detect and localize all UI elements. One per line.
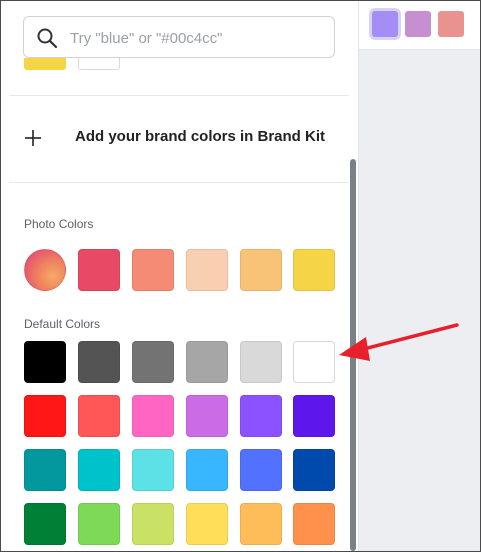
search-input[interactable] [68,25,332,51]
default-colors-label: Default Colors [24,317,101,331]
document-color-swatch[interactable] [438,11,464,37]
default-color-swatch[interactable] [186,449,228,491]
default-color-swatch[interactable] [24,503,66,545]
canvas-area [358,1,480,551]
default-color-swatch[interactable] [78,341,120,383]
default-color-swatch[interactable] [240,449,282,491]
default-color-swatch[interactable] [240,341,282,383]
default-color-swatch[interactable] [186,341,228,383]
recent-color-swatch[interactable] [78,58,120,70]
app-window: Add your brand colors in Brand Kit Photo… [0,0,481,552]
photo-color-swatch[interactable] [78,249,120,291]
color-panel: Add your brand colors in Brand Kit Photo… [1,1,358,551]
add-brand-colors-label: Add your brand colors in Brand Kit [75,128,326,145]
default-color-swatch[interactable] [240,395,282,437]
default-color-swatch[interactable] [293,449,335,491]
default-color-swatch[interactable] [24,449,66,491]
default-color-swatch[interactable] [240,503,282,545]
default-color-swatch[interactable] [293,503,335,545]
color-search-box[interactable] [23,16,335,58]
search-icon [37,28,58,49]
plus-icon [25,130,41,146]
document-color-swatch[interactable] [372,11,398,37]
default-color-swatch[interactable] [186,395,228,437]
photo-color-swatch[interactable] [186,249,228,291]
recent-color-swatch[interactable] [24,58,66,70]
photo-color-swatch[interactable] [293,249,335,291]
photo-color-swatch[interactable] [132,249,174,291]
default-color-swatch[interactable] [24,341,66,383]
default-color-swatch[interactable] [132,341,174,383]
divider [9,182,349,183]
document-colors-bar [359,1,480,50]
default-color-swatch[interactable] [293,341,335,383]
document-color-swatch[interactable] [405,11,431,37]
default-color-swatch[interactable] [78,395,120,437]
default-color-swatch[interactable] [132,503,174,545]
default-color-swatch[interactable] [78,449,120,491]
default-color-swatch[interactable] [132,395,174,437]
default-color-swatch[interactable] [78,503,120,545]
default-color-swatch[interactable] [24,395,66,437]
default-color-swatch[interactable] [132,449,174,491]
default-color-swatch[interactable] [186,503,228,545]
scrollbar[interactable] [350,159,356,551]
photo-colors-label: Photo Colors [24,217,94,231]
default-color-swatch[interactable] [293,395,335,437]
photo-color-swatch[interactable] [240,249,282,291]
photo-image-swatch[interactable] [24,249,66,291]
add-brand-colors-button[interactable]: Add your brand colors in Brand Kit [1,96,358,182]
